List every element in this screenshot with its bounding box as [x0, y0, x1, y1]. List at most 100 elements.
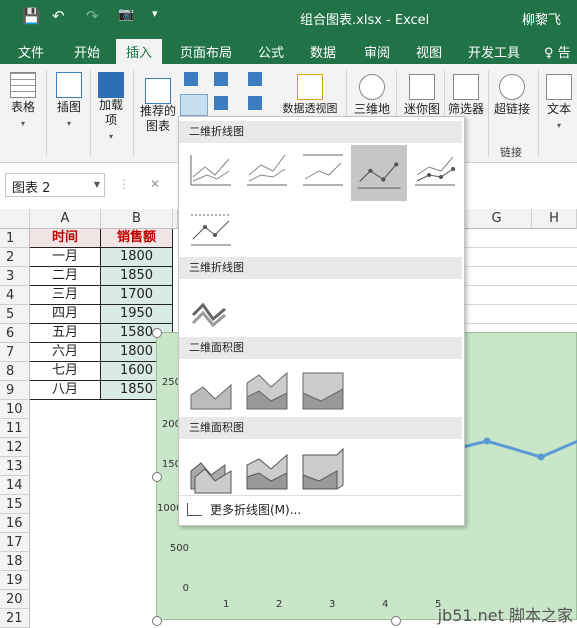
- row-header[interactable]: 13: [0, 457, 30, 476]
- row-header[interactable]: 19: [0, 571, 30, 590]
- column-header-a[interactable]: A: [30, 209, 101, 229]
- 100-stacked-area-option[interactable]: [297, 365, 349, 417]
- tab-view[interactable]: 视图: [416, 42, 442, 61]
- resize-handle[interactable]: [152, 472, 162, 482]
- bar-chart-icon[interactable]: [214, 96, 228, 110]
- row-header[interactable]: 16: [0, 514, 30, 533]
- 3d-100-stacked-area-option[interactable]: [297, 445, 349, 497]
- row-header[interactable]: 14: [0, 476, 30, 495]
- redo-icon[interactable]: ↷: [86, 7, 99, 25]
- sales-cell[interactable]: 1700: [101, 286, 173, 305]
- stacked-area-option[interactable]: [241, 365, 293, 417]
- stacked-line-option[interactable]: [241, 145, 293, 197]
- illustrations-button[interactable]: 插图 ▾: [52, 72, 86, 129]
- line-chart-gallery: 二维折线图 三维折线图 二维面积图 三维面积图 更多折线图(M)...: [178, 116, 465, 526]
- filters-button[interactable]: 筛选器: [446, 74, 486, 117]
- line-chart-dropdown-button[interactable]: [180, 94, 208, 116]
- sales-cell[interactable]: 1850: [101, 267, 173, 286]
- row-header[interactable]: 9: [0, 381, 30, 400]
- month-cell[interactable]: 三月: [30, 286, 101, 305]
- cancel-icon[interactable]: ✕: [150, 177, 160, 191]
- hyperlink-button[interactable]: 超链接: [492, 74, 532, 117]
- tab-formulas[interactable]: 公式: [258, 42, 284, 61]
- row-header[interactable]: 5: [0, 305, 30, 324]
- 3d-map-button[interactable]: 三维地: [354, 74, 390, 117]
- table-header-time[interactable]: 时间: [30, 229, 101, 248]
- row-header[interactable]: 2: [0, 248, 30, 267]
- tab-data[interactable]: 数据: [310, 42, 336, 61]
- row-header[interactable]: 3: [0, 267, 30, 286]
- recommended-charts-label: 推荐的图表: [139, 104, 176, 133]
- sales-line-series: [446, 439, 577, 459]
- column-header-b[interactable]: B: [101, 209, 173, 229]
- table-header-sales[interactable]: 销售额: [101, 229, 173, 248]
- row-header[interactable]: 20: [0, 590, 30, 609]
- row-header[interactable]: 12: [0, 438, 30, 457]
- line-chart-icon: [187, 503, 202, 516]
- row-header[interactable]: 17: [0, 533, 30, 552]
- camera-icon[interactable]: 📷: [118, 7, 134, 22]
- row-header[interactable]: 10: [0, 400, 30, 419]
- 3d-area-option[interactable]: [185, 445, 237, 497]
- row-header[interactable]: 7: [0, 343, 30, 362]
- 3d-stacked-area-option[interactable]: [241, 445, 293, 497]
- row-header[interactable]: 21: [0, 609, 30, 628]
- statistic-chart-icon[interactable]: [248, 72, 262, 86]
- resize-handle[interactable]: [152, 328, 162, 338]
- row-header[interactable]: 6: [0, 324, 30, 343]
- month-cell[interactable]: 七月: [30, 362, 101, 381]
- combo-chart-icon[interactable]: [248, 96, 262, 110]
- formula-bar-splitter[interactable]: ⋮: [118, 177, 130, 191]
- sparklines-button[interactable]: 迷你图: [402, 74, 442, 117]
- month-cell[interactable]: 五月: [30, 324, 101, 343]
- addins-button[interactable]: 加载项 ▾: [94, 72, 128, 142]
- line-chart-option[interactable]: [185, 145, 237, 197]
- name-box-dropdown-icon[interactable]: ▼: [94, 180, 100, 189]
- hierarchy-chart-icon[interactable]: [214, 72, 228, 86]
- row-header[interactable]: 8: [0, 362, 30, 381]
- row-header[interactable]: 4: [0, 286, 30, 305]
- tab-page-layout[interactable]: 页面布局: [180, 42, 232, 61]
- tab-review[interactable]: 审阅: [364, 42, 390, 61]
- column-chart-icon[interactable]: [184, 72, 198, 86]
- line-with-markers-option[interactable]: [351, 145, 407, 201]
- tab-tell-me[interactable]: ♀ 告: [544, 42, 571, 61]
- month-cell[interactable]: 八月: [30, 381, 101, 400]
- table-button[interactable]: 表格 ▾: [6, 72, 40, 129]
- 100-stacked-line-markers-option[interactable]: [185, 205, 237, 257]
- user-name[interactable]: 柳黎飞: [522, 9, 561, 28]
- select-all-corner[interactable]: [0, 209, 30, 229]
- sales-cell[interactable]: 1800: [101, 248, 173, 267]
- month-cell[interactable]: 六月: [30, 343, 101, 362]
- text-button[interactable]: 文本 ▾: [542, 74, 576, 131]
- name-box[interactable]: 图表 2 ▼: [5, 173, 105, 197]
- tab-home[interactable]: 开始: [74, 42, 100, 61]
- tab-file[interactable]: 文件: [18, 42, 44, 61]
- column-header-g[interactable]: G: [462, 209, 532, 229]
- month-cell[interactable]: 一月: [30, 248, 101, 267]
- pivotchart-button[interactable]: 数据透视图: [278, 74, 342, 116]
- month-cell[interactable]: 四月: [30, 305, 101, 324]
- month-cell[interactable]: 二月: [30, 267, 101, 286]
- row-header[interactable]: 18: [0, 552, 30, 571]
- row-header[interactable]: 1: [0, 229, 30, 248]
- 3d-line-option[interactable]: [185, 285, 237, 337]
- resize-handle[interactable]: [391, 616, 401, 626]
- row-header[interactable]: 15: [0, 495, 30, 514]
- row-header[interactable]: 11: [0, 419, 30, 438]
- globe-icon: [359, 74, 385, 100]
- more-line-charts-link[interactable]: 更多折线图(M)...: [187, 501, 301, 518]
- resize-handle[interactable]: [152, 616, 162, 626]
- undo-icon[interactable]: ↶: [52, 7, 65, 25]
- tab-insert[interactable]: 插入: [116, 39, 163, 64]
- tab-developer[interactable]: 开发工具: [468, 42, 520, 61]
- recommended-charts-button[interactable]: 推荐的图表: [138, 78, 178, 134]
- column-header-h[interactable]: H: [532, 209, 577, 229]
- customize-qat-icon[interactable]: ▾: [152, 7, 158, 20]
- 100-stacked-line-option[interactable]: [297, 145, 349, 197]
- save-icon[interactable]: 💾: [22, 7, 41, 25]
- empty-cells[interactable]: [462, 229, 577, 341]
- area-option[interactable]: [185, 365, 237, 417]
- stacked-line-markers-option[interactable]: [409, 145, 461, 197]
- sales-cell[interactable]: 1950: [101, 305, 173, 324]
